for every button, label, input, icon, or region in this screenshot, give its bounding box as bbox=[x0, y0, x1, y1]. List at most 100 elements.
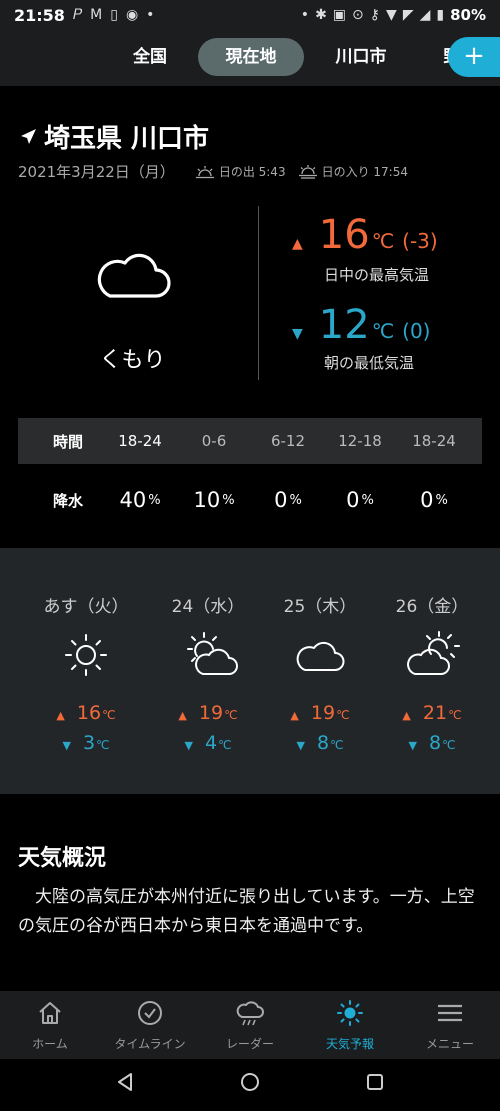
down-arrow-icon: ▼ bbox=[296, 739, 305, 752]
more-dot-icon: • bbox=[146, 7, 155, 23]
nav-label: メニュー bbox=[425, 1037, 474, 1051]
location-header: 埼玉県 川口市 bbox=[18, 118, 209, 155]
app-icon: ▯ bbox=[110, 7, 118, 23]
sunrise: 日の出 5:43 bbox=[195, 163, 286, 180]
location-arrow-icon bbox=[21, 128, 36, 144]
divider bbox=[258, 206, 259, 380]
location-icon: ⊙ bbox=[352, 7, 364, 23]
forecast-day[interactable]: あす（火） ▲ 16 ℃ ▼ 3 ℃ bbox=[28, 548, 144, 794]
day-high: ▲ 16 ℃ bbox=[28, 702, 144, 724]
add-location-button[interactable]: + bbox=[448, 37, 500, 77]
up-arrow-icon: ▲ bbox=[290, 709, 299, 722]
sunrise-icon bbox=[195, 165, 214, 178]
overview-title: 天気概況 bbox=[18, 846, 107, 871]
sunset-icon bbox=[298, 164, 317, 179]
day-low: ▼ 3 ℃ bbox=[28, 732, 144, 754]
period-cell: 0-6 bbox=[201, 432, 227, 450]
temp-unit: ℃ bbox=[96, 738, 110, 752]
precip-unit: % bbox=[361, 492, 374, 508]
low-temp-diff: (0) bbox=[402, 319, 431, 343]
menu-icon bbox=[438, 1004, 462, 1022]
precip-cell: 0% bbox=[392, 476, 476, 524]
period-cell: 18-24 bbox=[118, 432, 162, 450]
current-condition: くもり bbox=[99, 348, 166, 373]
temp-unit: ℃ bbox=[224, 708, 238, 722]
nfc-icon: ▣ bbox=[332, 7, 347, 23]
nav-label: タイムライン bbox=[114, 1037, 186, 1051]
date-line: 2021年3月22日（月） 日の出 5:43 日の入り 17:54 bbox=[18, 161, 420, 182]
precip-value: 10 bbox=[193, 488, 221, 512]
tab-kawaguchi[interactable]: 川口市 bbox=[320, 38, 402, 76]
high-temp-caption: 日中の最高気温 bbox=[324, 266, 430, 284]
day-name: 24（水） bbox=[171, 597, 245, 617]
bluetooth-icon: ✱ bbox=[315, 7, 327, 23]
up-arrow-icon: ▲ bbox=[402, 709, 411, 722]
up-arrow-icon: ▲ bbox=[292, 236, 303, 252]
nav-menu[interactable]: メニュー bbox=[400, 991, 500, 1059]
sun-icon bbox=[65, 634, 107, 676]
forecast-day[interactable]: 26（金） ▲ 21 ℃ ▼ 8 ℃ bbox=[374, 548, 490, 794]
sun-cloud-icon bbox=[407, 631, 460, 675]
weekly-forecast: あす（火） ▲ 16 ℃ ▼ 3 ℃ 24（水） ▲ 19 ℃ ▼ 4 ℃ 25… bbox=[0, 548, 500, 794]
check-circle-icon bbox=[138, 1001, 162, 1025]
day-high: ▲ 21 ℃ bbox=[374, 702, 490, 724]
nav-home[interactable]: ホーム bbox=[0, 991, 100, 1059]
low-temp-value: 12 bbox=[318, 302, 370, 348]
high-temp: ▲ 16 ℃ (-3) bbox=[292, 212, 438, 258]
up-arrow-icon: ▲ bbox=[178, 709, 187, 722]
down-arrow-icon: ▼ bbox=[292, 326, 303, 342]
precip-unit: % bbox=[222, 492, 235, 508]
back-icon[interactable] bbox=[114, 1071, 136, 1093]
low-temp-caption: 朝の最低気温 bbox=[324, 354, 415, 372]
high-value: 16 bbox=[76, 702, 102, 724]
temp-unit: ℃ bbox=[336, 708, 350, 722]
precip-cell: 0% bbox=[318, 476, 402, 524]
precip-value: 0 bbox=[346, 488, 360, 512]
day-name: 25（木） bbox=[283, 597, 357, 617]
forecast-day[interactable]: 24（水） ▲ 19 ℃ ▼ 4 ℃ bbox=[150, 548, 266, 794]
recents-icon[interactable] bbox=[364, 1071, 386, 1093]
p-app-icon: 𝑃 bbox=[72, 7, 83, 23]
nav-timeline[interactable]: タイムライン bbox=[100, 991, 200, 1059]
low-value: 4 bbox=[204, 732, 218, 754]
tab-current-location[interactable]: 現在地 bbox=[198, 38, 304, 76]
precip-unit: % bbox=[289, 492, 302, 508]
nav-forecast[interactable]: 天気予報 bbox=[300, 991, 400, 1059]
bottom-nav: ホーム タイムライン レーダー 天気予報 メニュー bbox=[0, 991, 500, 1059]
battery-icon: ▮ bbox=[436, 7, 445, 23]
high-temp-unit: ℃ bbox=[371, 229, 395, 253]
precip-value: 40 bbox=[119, 488, 147, 512]
sunrise-text: 日の出 5:43 bbox=[218, 165, 286, 179]
precip-value: 0 bbox=[420, 488, 434, 512]
day-low: ▼ 8 ℃ bbox=[374, 732, 490, 754]
signal-icon: ◢ bbox=[419, 7, 431, 23]
nav-label: レーダー bbox=[225, 1037, 274, 1051]
cloud-icon bbox=[97, 253, 171, 298]
nav-radar[interactable]: レーダー bbox=[200, 991, 300, 1059]
low-temp: ▼ 12 ℃ (0) bbox=[292, 302, 431, 348]
region-tabs: 全国 現在地 川口市 野 + bbox=[0, 30, 500, 86]
mail-icon: M bbox=[90, 7, 103, 23]
down-arrow-icon: ▼ bbox=[408, 739, 417, 752]
tab-nationwide[interactable]: 全国 bbox=[112, 38, 188, 76]
home-circle-icon[interactable] bbox=[239, 1071, 261, 1093]
low-value: 8 bbox=[316, 732, 330, 754]
sunset-text: 日の入り 17:54 bbox=[321, 165, 408, 179]
battery-percent: 80% bbox=[450, 6, 486, 24]
precip-value: 0 bbox=[274, 488, 288, 512]
cloud-icon bbox=[296, 641, 345, 671]
app-circle-icon: ◉ bbox=[125, 7, 139, 23]
status-notification-icons: 𝑃 M ▯ ◉ • bbox=[73, 7, 154, 23]
low-value: 3 bbox=[82, 732, 96, 754]
forecast-day[interactable]: 25（木） ▲ 19 ℃ ▼ 8 ℃ bbox=[262, 548, 378, 794]
precip-unit: % bbox=[148, 492, 161, 508]
low-value: 8 bbox=[428, 732, 442, 754]
down-arrow-icon: ▼ bbox=[62, 739, 71, 752]
down-arrow-icon: ▼ bbox=[184, 739, 193, 752]
high-value: 21 bbox=[422, 702, 448, 724]
day-low: ▼ 4 ℃ bbox=[150, 732, 266, 754]
home-icon bbox=[39, 1002, 61, 1024]
nav-label: ホーム bbox=[32, 1037, 68, 1051]
high-temp-value: 16 bbox=[318, 212, 370, 258]
sun-cloud-icon bbox=[187, 632, 238, 675]
